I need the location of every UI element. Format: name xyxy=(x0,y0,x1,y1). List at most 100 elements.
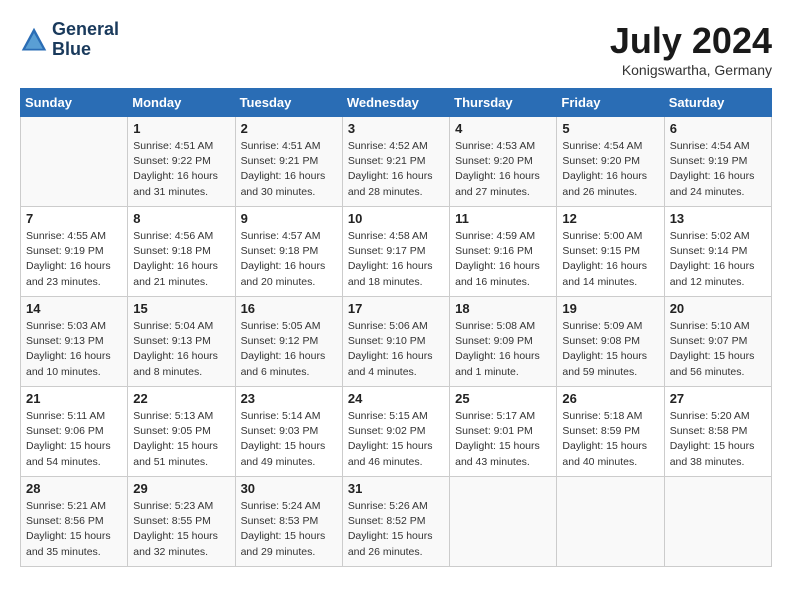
week-row-1: 1 Sunrise: 4:51 AMSunset: 9:22 PMDaylight… xyxy=(21,117,772,207)
day-number: 5 xyxy=(562,121,658,136)
day-cell-18: 18 Sunrise: 5:08 AMSunset: 9:09 PMDayligh… xyxy=(450,297,557,387)
day-number: 21 xyxy=(26,391,122,406)
day-number: 9 xyxy=(241,211,337,226)
day-cell-14: 14Sunrise: 5:03 AMSunset: 9:13 PMDayligh… xyxy=(21,297,128,387)
day-info: Sunrise: 4:53 AMSunset: 9:20 PMDaylight:… xyxy=(455,139,551,200)
day-cell-27: 27Sunrise: 5:20 AMSunset: 8:58 PMDayligh… xyxy=(664,387,771,477)
day-cell-6: 6Sunrise: 4:54 AMSunset: 9:19 PMDaylight… xyxy=(664,117,771,207)
day-info: Sunrise: 4:54 AMSunset: 9:20 PMDaylight:… xyxy=(562,139,658,200)
day-cell-15: 15 Sunrise: 5:04 AMSunset: 9:13 PMDayligh… xyxy=(128,297,235,387)
day-info: Sunrise: 5:04 AMSunset: 9:13 PMDaylight:… xyxy=(133,319,229,380)
day-cell-10: 10 Sunrise: 4:58 AMSunset: 9:17 PMDayligh… xyxy=(342,207,449,297)
day-cell-13: 13 Sunrise: 5:02 AMSunset: 9:14 PMDayligh… xyxy=(664,207,771,297)
day-cell-1: 1 Sunrise: 4:51 AMSunset: 9:22 PMDaylight… xyxy=(128,117,235,207)
day-number: 26 xyxy=(562,391,658,406)
day-info: Sunrise: 5:23 AMSunset: 8:55 PMDaylight:… xyxy=(133,499,229,560)
day-number: 23 xyxy=(241,391,337,406)
day-cell-30: 30 Sunrise: 5:24 AMSunset: 8:53 PMDayligh… xyxy=(235,477,342,567)
day-number: 28 xyxy=(26,481,122,496)
day-number: 16 xyxy=(241,301,337,316)
day-info: Sunrise: 5:21 AMSunset: 8:56 PMDaylight:… xyxy=(26,499,122,560)
day-cell-28: 28 Sunrise: 5:21 AMSunset: 8:56 PMDayligh… xyxy=(21,477,128,567)
day-number: 29 xyxy=(133,481,229,496)
header-wednesday: Wednesday xyxy=(342,89,449,117)
day-info: Sunrise: 4:51 AMSunset: 9:22 PMDaylight:… xyxy=(133,139,229,200)
day-number: 12 xyxy=(562,211,658,226)
day-cell-23: 23 Sunrise: 5:14 AMSunset: 9:03 PMDayligh… xyxy=(235,387,342,477)
logo-icon xyxy=(20,26,48,54)
day-number: 8 xyxy=(133,211,229,226)
empty-cell xyxy=(450,477,557,567)
day-cell-17: 17Sunrise: 5:06 AMSunset: 9:10 PMDayligh… xyxy=(342,297,449,387)
day-info: Sunrise: 5:08 AMSunset: 9:09 PMDaylight:… xyxy=(455,319,551,380)
day-info: Sunrise: 4:58 AMSunset: 9:17 PMDaylight:… xyxy=(348,229,444,290)
day-number: 24 xyxy=(348,391,444,406)
day-cell-20: 20 Sunrise: 5:10 AMSunset: 9:07 PMDayligh… xyxy=(664,297,771,387)
day-number: 31 xyxy=(348,481,444,496)
day-info: Sunrise: 5:18 AMSunset: 8:59 PMDaylight:… xyxy=(562,409,658,470)
day-info: Sunrise: 5:13 AMSunset: 9:05 PMDaylight:… xyxy=(133,409,229,470)
day-info: Sunrise: 5:15 AMSunset: 9:02 PMDaylight:… xyxy=(348,409,444,470)
day-cell-5: 5 Sunrise: 4:54 AMSunset: 9:20 PMDaylight… xyxy=(557,117,664,207)
day-number: 13 xyxy=(670,211,766,226)
week-row-4: 21Sunrise: 5:11 AMSunset: 9:06 PMDayligh… xyxy=(21,387,772,477)
day-cell-2: 2Sunrise: 4:51 AMSunset: 9:21 PMDaylight… xyxy=(235,117,342,207)
day-number: 22 xyxy=(133,391,229,406)
header-saturday: Saturday xyxy=(664,89,771,117)
header-sunday: Sunday xyxy=(21,89,128,117)
day-cell-12: 12 Sunrise: 5:00 AMSunset: 9:15 PMDayligh… xyxy=(557,207,664,297)
day-info: Sunrise: 5:17 AMSunset: 9:01 PMDaylight:… xyxy=(455,409,551,470)
day-cell-3: 3 Sunrise: 4:52 AMSunset: 9:21 PMDaylight… xyxy=(342,117,449,207)
week-row-2: 7 Sunrise: 4:55 AMSunset: 9:19 PMDaylight… xyxy=(21,207,772,297)
day-info: Sunrise: 4:55 AMSunset: 9:19 PMDaylight:… xyxy=(26,229,122,290)
day-number: 4 xyxy=(455,121,551,136)
empty-cell xyxy=(21,117,128,207)
day-info: Sunrise: 5:20 AMSunset: 8:58 PMDaylight:… xyxy=(670,409,766,470)
day-info: Sunrise: 4:51 AMSunset: 9:21 PMDaylight:… xyxy=(241,139,337,200)
day-info: Sunrise: 5:09 AMSunset: 9:08 PMDaylight:… xyxy=(562,319,658,380)
day-info: Sunrise: 5:10 AMSunset: 9:07 PMDaylight:… xyxy=(670,319,766,380)
day-number: 18 xyxy=(455,301,551,316)
day-cell-16: 16 Sunrise: 5:05 AMSunset: 9:12 PMDayligh… xyxy=(235,297,342,387)
day-cell-31: 31Sunrise: 5:26 AMSunset: 8:52 PMDayligh… xyxy=(342,477,449,567)
logo-text: General Blue xyxy=(52,20,119,60)
day-number: 6 xyxy=(670,121,766,136)
title-block: July 2024 Konigswartha, Germany xyxy=(610,20,772,78)
header-tuesday: Tuesday xyxy=(235,89,342,117)
location: Konigswartha, Germany xyxy=(610,62,772,78)
day-info: Sunrise: 4:52 AMSunset: 9:21 PMDaylight:… xyxy=(348,139,444,200)
day-number: 3 xyxy=(348,121,444,136)
day-cell-4: 4 Sunrise: 4:53 AMSunset: 9:20 PMDaylight… xyxy=(450,117,557,207)
day-cell-9: 9 Sunrise: 4:57 AMSunset: 9:18 PMDaylight… xyxy=(235,207,342,297)
day-info: Sunrise: 4:57 AMSunset: 9:18 PMDaylight:… xyxy=(241,229,337,290)
day-info: Sunrise: 5:24 AMSunset: 8:53 PMDaylight:… xyxy=(241,499,337,560)
day-cell-11: 11 Sunrise: 4:59 AMSunset: 9:16 PMDayligh… xyxy=(450,207,557,297)
day-cell-25: 25Sunrise: 5:17 AMSunset: 9:01 PMDayligh… xyxy=(450,387,557,477)
week-row-3: 14Sunrise: 5:03 AMSunset: 9:13 PMDayligh… xyxy=(21,297,772,387)
day-number: 7 xyxy=(26,211,122,226)
empty-cell xyxy=(557,477,664,567)
day-info: Sunrise: 4:59 AMSunset: 9:16 PMDaylight:… xyxy=(455,229,551,290)
week-row-5: 28 Sunrise: 5:21 AMSunset: 8:56 PMDayligh… xyxy=(21,477,772,567)
day-number: 19 xyxy=(562,301,658,316)
day-number: 30 xyxy=(241,481,337,496)
day-cell-29: 29 Sunrise: 5:23 AMSunset: 8:55 PMDayligh… xyxy=(128,477,235,567)
day-number: 15 xyxy=(133,301,229,316)
day-number: 14 xyxy=(26,301,122,316)
day-info: Sunrise: 5:14 AMSunset: 9:03 PMDaylight:… xyxy=(241,409,337,470)
page-header: General Blue July 2024 Konigswartha, Ger… xyxy=(20,20,772,78)
logo: General Blue xyxy=(20,20,119,60)
day-info: Sunrise: 5:00 AMSunset: 9:15 PMDaylight:… xyxy=(562,229,658,290)
day-number: 11 xyxy=(455,211,551,226)
empty-cell xyxy=(664,477,771,567)
day-number: 10 xyxy=(348,211,444,226)
header-friday: Friday xyxy=(557,89,664,117)
day-info: Sunrise: 4:56 AMSunset: 9:18 PMDaylight:… xyxy=(133,229,229,290)
day-info: Sunrise: 5:05 AMSunset: 9:12 PMDaylight:… xyxy=(241,319,337,380)
day-cell-22: 22 Sunrise: 5:13 AMSunset: 9:05 PMDayligh… xyxy=(128,387,235,477)
month-year: July 2024 xyxy=(610,20,772,62)
day-number: 1 xyxy=(133,121,229,136)
day-cell-19: 19 Sunrise: 5:09 AMSunset: 9:08 PMDayligh… xyxy=(557,297,664,387)
day-number: 20 xyxy=(670,301,766,316)
day-info: Sunrise: 5:02 AMSunset: 9:14 PMDaylight:… xyxy=(670,229,766,290)
